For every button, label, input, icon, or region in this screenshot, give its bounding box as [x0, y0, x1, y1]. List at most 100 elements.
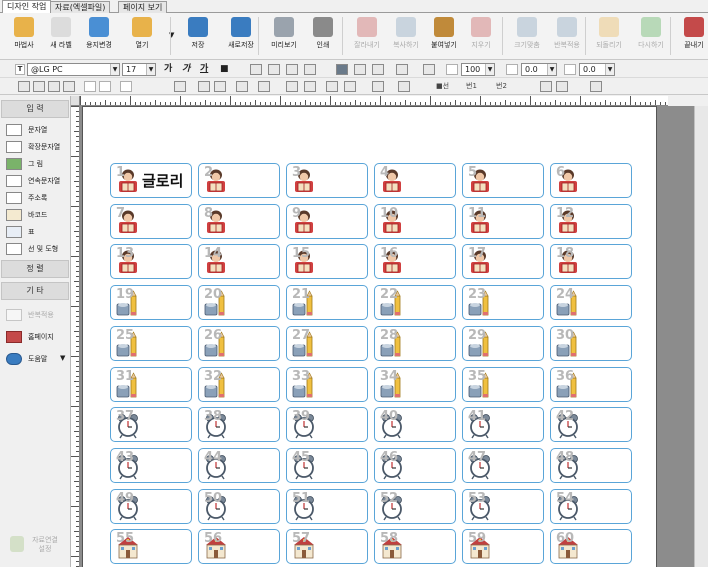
label-card[interactable]: 35	[462, 367, 544, 402]
folder-open-button[interactable]: 열기	[123, 17, 161, 57]
chevron-down-icon[interactable]: ▼	[60, 354, 65, 362]
shadow-icon[interactable]	[236, 81, 248, 92]
input-item-image[interactable]: 그 림	[4, 157, 70, 172]
tab-page-view[interactable]: 페이지 보기	[118, 1, 168, 13]
label-card[interactable]: 50	[198, 489, 280, 524]
label-card[interactable]: 20	[198, 285, 280, 320]
section-align-header[interactable]: 정 렬	[1, 260, 69, 278]
label-card[interactable]: 22	[374, 285, 456, 320]
align-right-icon[interactable]	[286, 64, 298, 75]
label-card[interactable]: 44	[198, 448, 280, 483]
border-style-icon[interactable]	[372, 81, 384, 92]
label-card[interactable]: 42	[550, 407, 632, 442]
label-card[interactable]: 54	[550, 489, 632, 524]
label-card[interactable]: 11	[462, 204, 544, 239]
label-card[interactable]: 48	[550, 448, 632, 483]
label-card[interactable]: 32	[198, 367, 280, 402]
settings-icon[interactable]	[590, 81, 602, 92]
label-card[interactable]: 12	[550, 204, 632, 239]
label-card[interactable]: 45	[286, 448, 368, 483]
label-card[interactable]: 46	[374, 448, 456, 483]
vertical-scrollbar[interactable]	[694, 106, 708, 567]
section-other-header[interactable]: 기 타	[1, 282, 69, 300]
redo-button[interactable]: 다시하기	[632, 17, 670, 57]
corner-icon[interactable]	[398, 81, 410, 92]
table-grid-icon[interactable]	[120, 81, 132, 92]
distribute-icon[interactable]	[556, 81, 568, 92]
line-weight-icon[interactable]	[326, 81, 338, 92]
label-card[interactable]: 55	[110, 529, 192, 564]
shape-icon[interactable]	[214, 81, 226, 92]
font-size-select[interactable]: 17 ▼	[122, 63, 156, 76]
label-card[interactable]: 53	[462, 489, 544, 524]
input-item-text[interactable]: 문자열	[4, 123, 70, 138]
object-copy-icon[interactable]	[48, 81, 60, 92]
font-name-select[interactable]: @LG PC ▼	[27, 63, 120, 76]
valign-bottom-icon[interactable]	[372, 64, 384, 75]
paste-button[interactable]: 붙여넣기	[425, 17, 463, 57]
section-input-header[interactable]: 입 력	[1, 100, 69, 118]
label-card[interactable]: 16	[374, 244, 456, 279]
pattern-icon[interactable]	[174, 81, 186, 92]
label-card[interactable]: 43	[110, 448, 192, 483]
label-card[interactable]: 25	[110, 326, 192, 361]
save-as-button[interactable]: 새로저장	[222, 17, 260, 57]
label-card[interactable]: 24	[550, 285, 632, 320]
object-list-icon[interactable]	[33, 81, 45, 92]
grid-icon[interactable]	[84, 81, 96, 92]
label-sheet[interactable]: 1 글로리 2 3 4 5 6 7 8 9 10 11 12 13 14 15 16 17 18 19 20 21 22 23…	[82, 106, 657, 567]
line-color-icon[interactable]	[286, 81, 298, 92]
label-card[interactable]: 15	[286, 244, 368, 279]
label-card[interactable]: 9	[286, 204, 368, 239]
input-item-shapes[interactable]: 선 및 도형	[4, 242, 70, 257]
data-link-icon[interactable]	[10, 536, 24, 552]
label-card[interactable]: 7	[110, 204, 192, 239]
color-picker-icon[interactable]	[344, 81, 356, 92]
input-item-table[interactable]: 표	[4, 225, 70, 240]
valign-middle-icon[interactable]	[354, 64, 366, 75]
align-objects-icon[interactable]	[540, 81, 552, 92]
char-spacing-input[interactable]: 0.0 ▼	[521, 63, 557, 76]
label-card[interactable]: 36	[550, 367, 632, 402]
object-order-icon[interactable]	[63, 81, 75, 92]
bold-button[interactable]: 가	[164, 63, 172, 76]
label-card[interactable]: 10	[374, 204, 456, 239]
word-spacing-input[interactable]: 0.0 ▼	[579, 63, 615, 76]
italic-button[interactable]: 가	[182, 63, 190, 76]
align-center-icon[interactable]	[268, 64, 280, 75]
text-color-button[interactable]: ■	[220, 63, 229, 76]
copy-button[interactable]: 복사하기	[387, 17, 425, 57]
new-object-icon[interactable]	[18, 81, 30, 92]
fit-size-button[interactable]: 크기맞춤	[508, 17, 546, 57]
label-card[interactable]: 19	[110, 285, 192, 320]
label-card[interactable]: 41	[462, 407, 544, 442]
label-card[interactable]: 30	[550, 326, 632, 361]
rotate-text-icon[interactable]	[423, 64, 435, 75]
label-card[interactable]: 38	[198, 407, 280, 442]
paper-change-button[interactable]: 용지변경	[80, 17, 118, 57]
align-justify-icon[interactable]	[304, 64, 316, 75]
line-style-icon[interactable]	[304, 81, 316, 92]
label-card[interactable]: 33	[286, 367, 368, 402]
label-card[interactable]: 49	[110, 489, 192, 524]
label-card[interactable]: 27	[286, 326, 368, 361]
homepage-item[interactable]: 홈페이지	[4, 330, 70, 345]
fill-color-icon[interactable]	[198, 81, 210, 92]
tab-design[interactable]: 디자인 작업	[2, 0, 52, 14]
repeat-apply-button[interactable]: 반복적용	[548, 17, 586, 57]
label-card[interactable]: 4	[374, 163, 456, 198]
preview-button[interactable]: 미리보기	[265, 17, 303, 57]
label-card[interactable]: 29	[462, 326, 544, 361]
label-card[interactable]: 31	[110, 367, 192, 402]
align-left-icon[interactable]	[250, 64, 262, 75]
tab-data-excel[interactable]: 자료(엑셀파일)	[50, 1, 111, 13]
label-card[interactable]: 21	[286, 285, 368, 320]
label-card[interactable]: 5	[462, 163, 544, 198]
label-card[interactable]: 3	[286, 163, 368, 198]
input-item-ext-text[interactable]: 확장문자열	[4, 140, 70, 155]
input-item-serial-text[interactable]: 연속문자열	[4, 174, 70, 189]
snap-grid-icon[interactable]	[99, 81, 111, 92]
line-spacing-input[interactable]: 100 ▼	[461, 63, 495, 76]
underline-button[interactable]: 가	[200, 63, 208, 76]
label-card[interactable]: 17	[462, 244, 544, 279]
